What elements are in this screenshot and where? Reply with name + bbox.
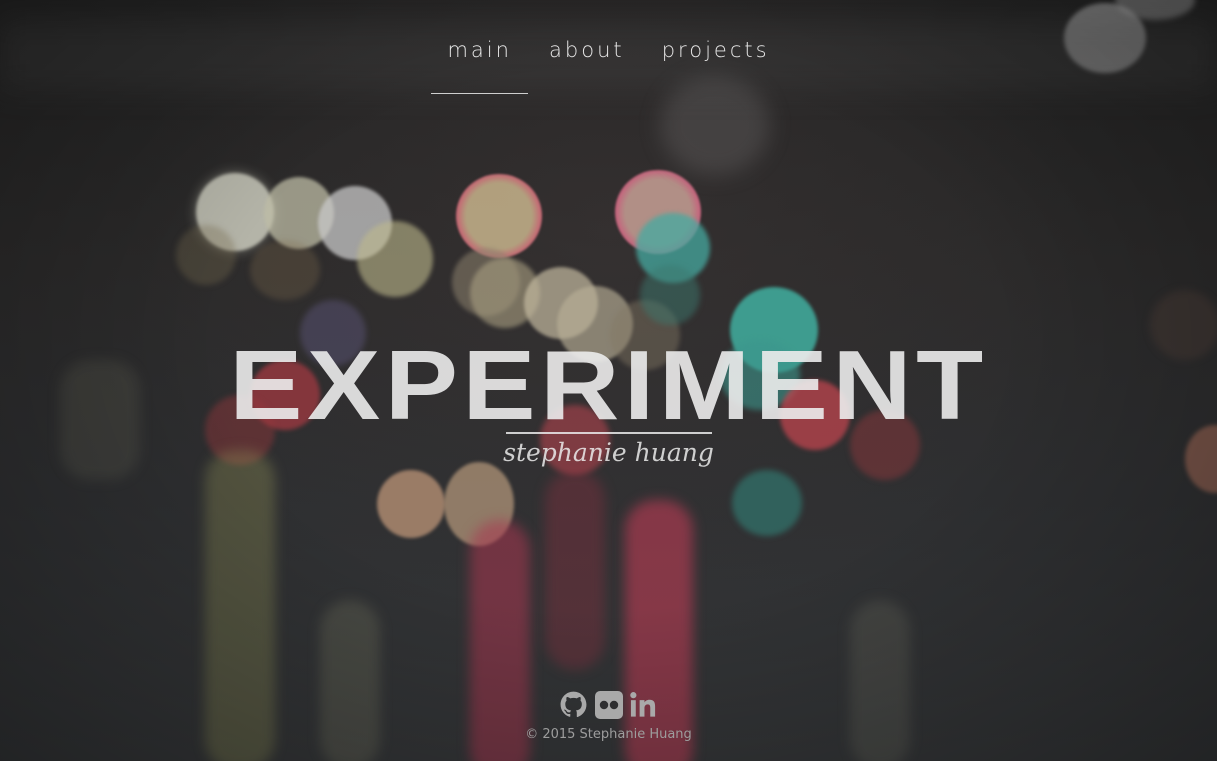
hero-section: EXPERIMENT stephanie huang [0,330,1217,467]
github-icon[interactable] [559,690,588,719]
nav-item-main[interactable]: main [431,36,529,94]
nav-item-projects[interactable]: projects [656,36,776,76]
footer: © 2015 Stephanie Huang [0,690,1217,742]
linkedin-icon[interactable] [629,690,658,719]
hero-subtitle: stephanie huang [503,438,714,467]
social-links [559,690,658,719]
page: main about projects EXPERIMENT stephanie… [0,0,1217,761]
main-navigation: main about projects [0,36,1217,94]
copyright-text: © 2015 Stephanie Huang [525,727,692,742]
flickr-icon[interactable] [594,690,623,719]
hero-title: EXPERIMENT [229,330,988,440]
nav-item-about[interactable]: about [543,36,631,76]
